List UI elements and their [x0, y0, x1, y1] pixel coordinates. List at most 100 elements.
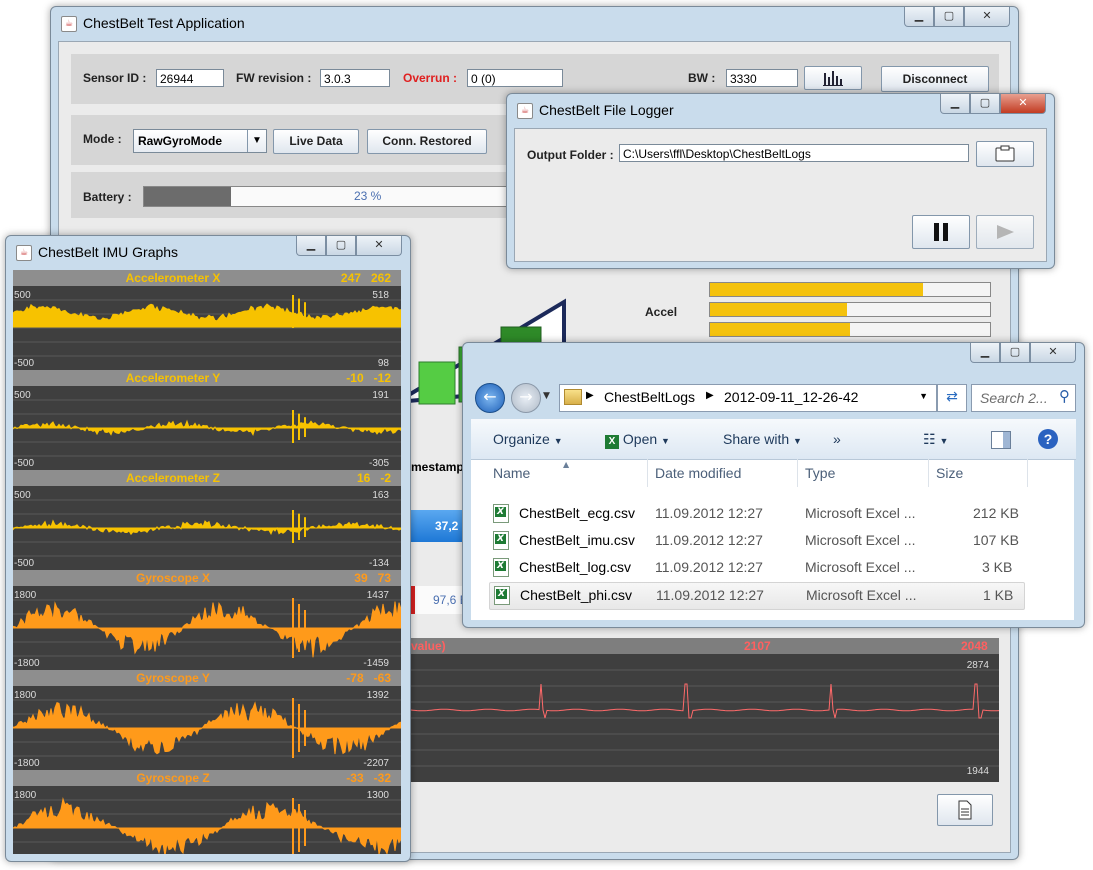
accel-bar-fill: [710, 303, 848, 316]
imu-graph-header: Accelerometer Y -10 -12: [13, 370, 401, 386]
output-folder-field[interactable]: C:\Users\ffl\Desktop\ChestBeltLogs: [619, 144, 969, 162]
imu-titlebar[interactable]: ☕ ChestBelt IMU Graphs ▁ ▢ ✕: [6, 236, 410, 266]
ecg-trace: [411, 669, 999, 767]
file-name: ChestBelt_ecg.csv: [519, 505, 635, 521]
history-dropdown-icon[interactable]: ▼: [543, 391, 550, 401]
file-logger-window: ☕ ChestBelt File Logger ▁ ▢ ✕ Output Fol…: [506, 93, 1055, 269]
arrow-right-icon: →: [519, 387, 533, 406]
column-header-dividers: [797, 459, 798, 487]
bar-chart-icon: [823, 71, 843, 86]
file-row[interactable]: ChestBelt_imu.csv 11.09.2012 12:27 Micro…: [489, 528, 1023, 554]
imu-graph-values: -78 -63: [346, 671, 391, 685]
breadcrumb-chestbeltlogs[interactable]: ChestBeltLogs: [604, 389, 695, 405]
sort-arrow-icon: ▲: [563, 460, 570, 469]
excel-file-icon: [493, 531, 509, 550]
forward-button[interactable]: →: [511, 383, 541, 413]
breadcrumb-session[interactable]: 2012-09-11_12-26-42: [724, 389, 858, 405]
file-size: 3 KB: [982, 559, 1013, 575]
browse-folder-button[interactable]: [976, 141, 1034, 167]
refresh-button[interactable]: ⇄: [937, 384, 967, 412]
file-date: 11.09.2012 12:27: [655, 559, 763, 575]
close-icon[interactable]: ✕: [1030, 343, 1076, 363]
chevron-down-icon[interactable]: ▼: [919, 391, 928, 401]
close-icon[interactable]: ✕: [1000, 94, 1046, 114]
organize-menu[interactable]: Organize ▼: [493, 431, 563, 447]
view-options-icon[interactable]: ☷ ▼: [923, 431, 948, 448]
file-row-selected[interactable]: ChestBelt_phi.csv 11.09.2012 12:27 Micro…: [489, 582, 1025, 610]
live-data-button[interactable]: Live Data: [273, 129, 359, 154]
main-titlebar[interactable]: ☕ ChestBelt Test Application ▁ ▢ ✕: [51, 7, 1018, 37]
open-menu[interactable]: X Open ▼: [605, 431, 670, 449]
overrun-field[interactable]: 0 (0): [467, 69, 563, 87]
file-row[interactable]: ChestBelt_log.csv 11.09.2012 12:27 Micro…: [489, 555, 1023, 581]
close-icon[interactable]: ✕: [964, 7, 1010, 27]
imu-graph-values: -10 -12: [346, 371, 391, 385]
search-input[interactable]: Search 2...: [980, 390, 1048, 406]
java-icon: ☕: [61, 16, 77, 32]
chevron-down-icon: ▼: [793, 436, 802, 446]
minimize-icon[interactable]: ▁: [940, 94, 970, 114]
battery-fill: [144, 187, 232, 206]
maximize-icon[interactable]: ▢: [970, 94, 1000, 114]
ecg-value-1: 2107: [744, 639, 771, 653]
accel-label: Accel: [645, 305, 678, 319]
file-size: 1 KB: [983, 587, 1014, 603]
imu-graphs-area: Accelerometer X 247 262 500 -500 518 98 Accele…: [13, 270, 401, 854]
share-with-menu[interactable]: Share with ▼: [723, 431, 802, 447]
disconnect-button[interactable]: Disconnect: [881, 66, 989, 92]
ecg-panel: value) 2107 2048 2874 1944: [411, 638, 999, 782]
sensor-id-field[interactable]: 26944: [156, 69, 224, 87]
file-row[interactable]: ChestBelt_ecg.csv 11.09.2012 12:27 Micro…: [489, 501, 1023, 527]
minimize-icon[interactable]: ▁: [904, 7, 934, 27]
maximize-icon[interactable]: ▢: [326, 236, 356, 256]
close-icon[interactable]: ✕: [356, 236, 402, 256]
accel-bar-fill: [710, 283, 923, 296]
imu-graph-section: Gyroscope Z -33 -32 1800 1300: [13, 770, 401, 854]
battery-panel: Battery : 23 %: [71, 172, 541, 218]
battery-percent: 23 %: [354, 189, 382, 203]
imu-graph-header: Gyroscope Y -78 -63: [13, 670, 401, 686]
conn-restored-button[interactable]: Conn. Restored: [367, 129, 487, 154]
preview-pane-icon[interactable]: [991, 431, 1011, 449]
timestamp-column: mestamp: [411, 460, 464, 474]
more-commands[interactable]: »: [833, 431, 841, 447]
address-bar[interactable]: ▶ ChestBeltLogs ▶ 2012-09-11_12-26-42 ▼: [559, 384, 937, 412]
column-size[interactable]: Size: [936, 465, 963, 481]
command-bar: Organize ▼ X Open ▼ Share with ▼ » ☷ ▼ ?: [471, 419, 1076, 460]
bw-field[interactable]: 3330: [726, 69, 798, 87]
mode-select[interactable]: RawGyroMode ▼: [133, 129, 267, 153]
imu-trace: [13, 399, 401, 457]
minimize-icon[interactable]: ▁: [296, 236, 326, 256]
help-icon[interactable]: ?: [1038, 429, 1058, 449]
battery-bar: 23 %: [143, 186, 525, 207]
column-header-dividers: [647, 459, 648, 487]
back-button[interactable]: ←: [475, 383, 505, 413]
pause-button[interactable]: [912, 215, 970, 249]
column-date-modified[interactable]: Date modified: [655, 465, 741, 481]
maximize-icon[interactable]: ▢: [934, 7, 964, 27]
imu-trace: [13, 295, 401, 357]
maximize-icon[interactable]: ▢: [1000, 343, 1030, 363]
accel-bar-3: [709, 322, 991, 337]
play-button[interactable]: [976, 215, 1034, 249]
search-box[interactable]: Search 2... ⚲: [971, 384, 1076, 412]
minimize-icon[interactable]: ▁: [970, 343, 1000, 363]
column-name[interactable]: Name: [493, 465, 530, 481]
fw-revision-field[interactable]: 3.0.3: [320, 69, 390, 87]
imu-graph-section: Accelerometer Y -10 -12 500 -500 191 -305: [13, 370, 401, 470]
file-size: 107 KB: [973, 532, 1019, 548]
imu-graph-values: 39 73: [354, 571, 391, 585]
imu-graph-title: Gyroscope X: [135, 571, 211, 585]
battery-label: Battery :: [83, 190, 132, 204]
imu-graph-title: Accelerometer Y: [125, 371, 221, 385]
logger-titlebar[interactable]: ☕ ChestBelt File Logger ▁ ▢ ✕: [507, 94, 1054, 124]
search-icon: ⚲: [1059, 387, 1070, 405]
temperature-cell: 37,2: [411, 510, 469, 542]
java-icon: ☕: [517, 103, 533, 119]
file-date: 11.09.2012 12:27: [656, 587, 764, 603]
overrun-label: Overrun :: [403, 71, 458, 85]
report-button[interactable]: [937, 794, 993, 826]
bandwidth-chart-button[interactable]: [804, 66, 862, 90]
file-name: ChestBelt_log.csv: [519, 559, 632, 575]
column-type[interactable]: Type: [805, 465, 835, 481]
